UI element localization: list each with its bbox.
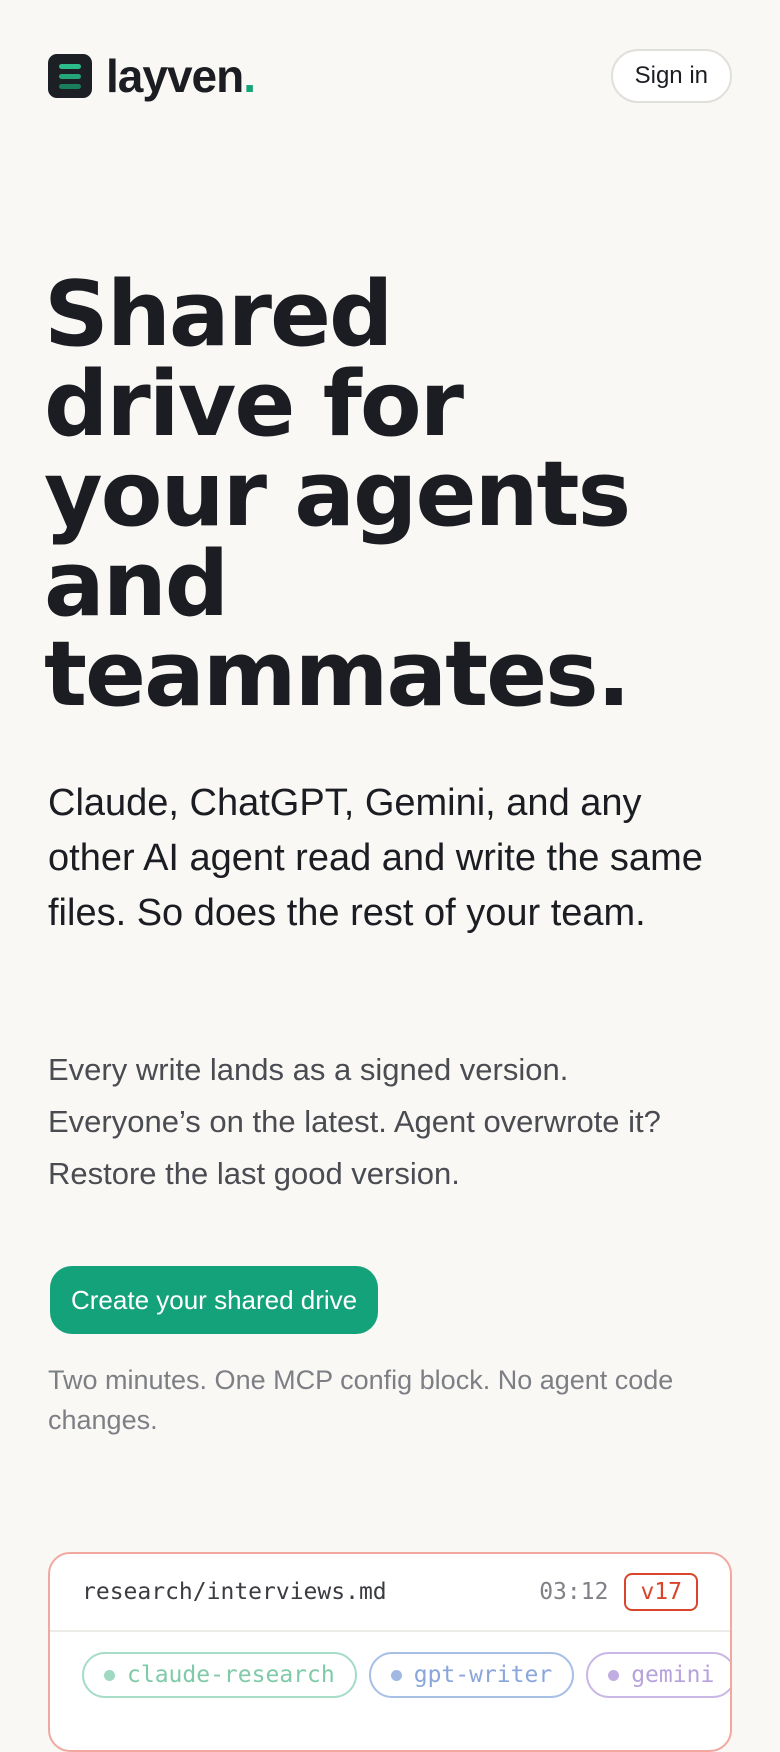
- hero-lead: Claude, ChatGPT, Gemini, and any other A…: [48, 782, 703, 934]
- hero-title: Shared drive for your agents and teammat…: [44, 270, 764, 720]
- brand[interactable]: layven.: [48, 50, 256, 102]
- logo-bar-top: [59, 63, 81, 69]
- site-header: layven. Sign in: [48, 48, 732, 104]
- file-timestamp: 03:12: [539, 1579, 609, 1605]
- file-path[interactable]: research/interviews.md: [82, 1579, 539, 1605]
- cta-note: Two minutes. One MCP config block. No ag…: [48, 1365, 674, 1435]
- logo-bar-bottom: [59, 83, 81, 89]
- status-dot-icon: [390, 1669, 402, 1681]
- hero-title-line: and: [44, 532, 229, 637]
- subtext-line: Restore the last good version.: [48, 1156, 460, 1191]
- sign-in-button[interactable]: Sign in: [610, 49, 732, 103]
- version-badge: v17: [624, 1573, 698, 1611]
- hero-title-line: your agents: [44, 442, 631, 547]
- hero-title-line: Shared: [44, 262, 393, 367]
- subtext-line: Everyone’s on the latest. Agent overwrot…: [48, 1104, 661, 1139]
- hero-title-line: drive for: [44, 352, 464, 457]
- logo-bar-middle: [59, 73, 81, 79]
- wordmark-dot: .: [243, 50, 256, 102]
- subtext-line: Every write lands as a signed version.: [48, 1052, 569, 1087]
- wordmark-text: layven: [106, 50, 244, 102]
- agent-chips: claude-research gpt-writer gemini: [82, 1652, 730, 1698]
- agent-chip-gemini[interactable]: gemini: [586, 1652, 730, 1698]
- stacked-bars-logo-icon: [48, 54, 92, 98]
- agent-chip-gpt-writer[interactable]: gpt-writer: [368, 1652, 575, 1698]
- status-dot-icon: [608, 1669, 620, 1681]
- hero-subtext: Every write lands as a signed version. E…: [48, 1044, 738, 1200]
- file-card-header: research/interviews.md 03:12 v17: [50, 1554, 730, 1632]
- agent-chip-claude-research[interactable]: claude-research: [82, 1652, 357, 1698]
- status-dot-icon: [104, 1669, 115, 1681]
- agent-chip-label: gemini: [631, 1662, 715, 1688]
- agent-chip-label: gpt-writer: [413, 1662, 553, 1688]
- create-shared-drive-button[interactable]: Create your shared drive: [50, 1266, 379, 1334]
- wordmark: layven.: [106, 50, 256, 102]
- file-version-card: research/interviews.md 03:12 v17 claude-…: [48, 1552, 732, 1752]
- agent-chip-label: claude-research: [127, 1662, 335, 1688]
- hero-title-line: teammates.: [44, 622, 631, 727]
